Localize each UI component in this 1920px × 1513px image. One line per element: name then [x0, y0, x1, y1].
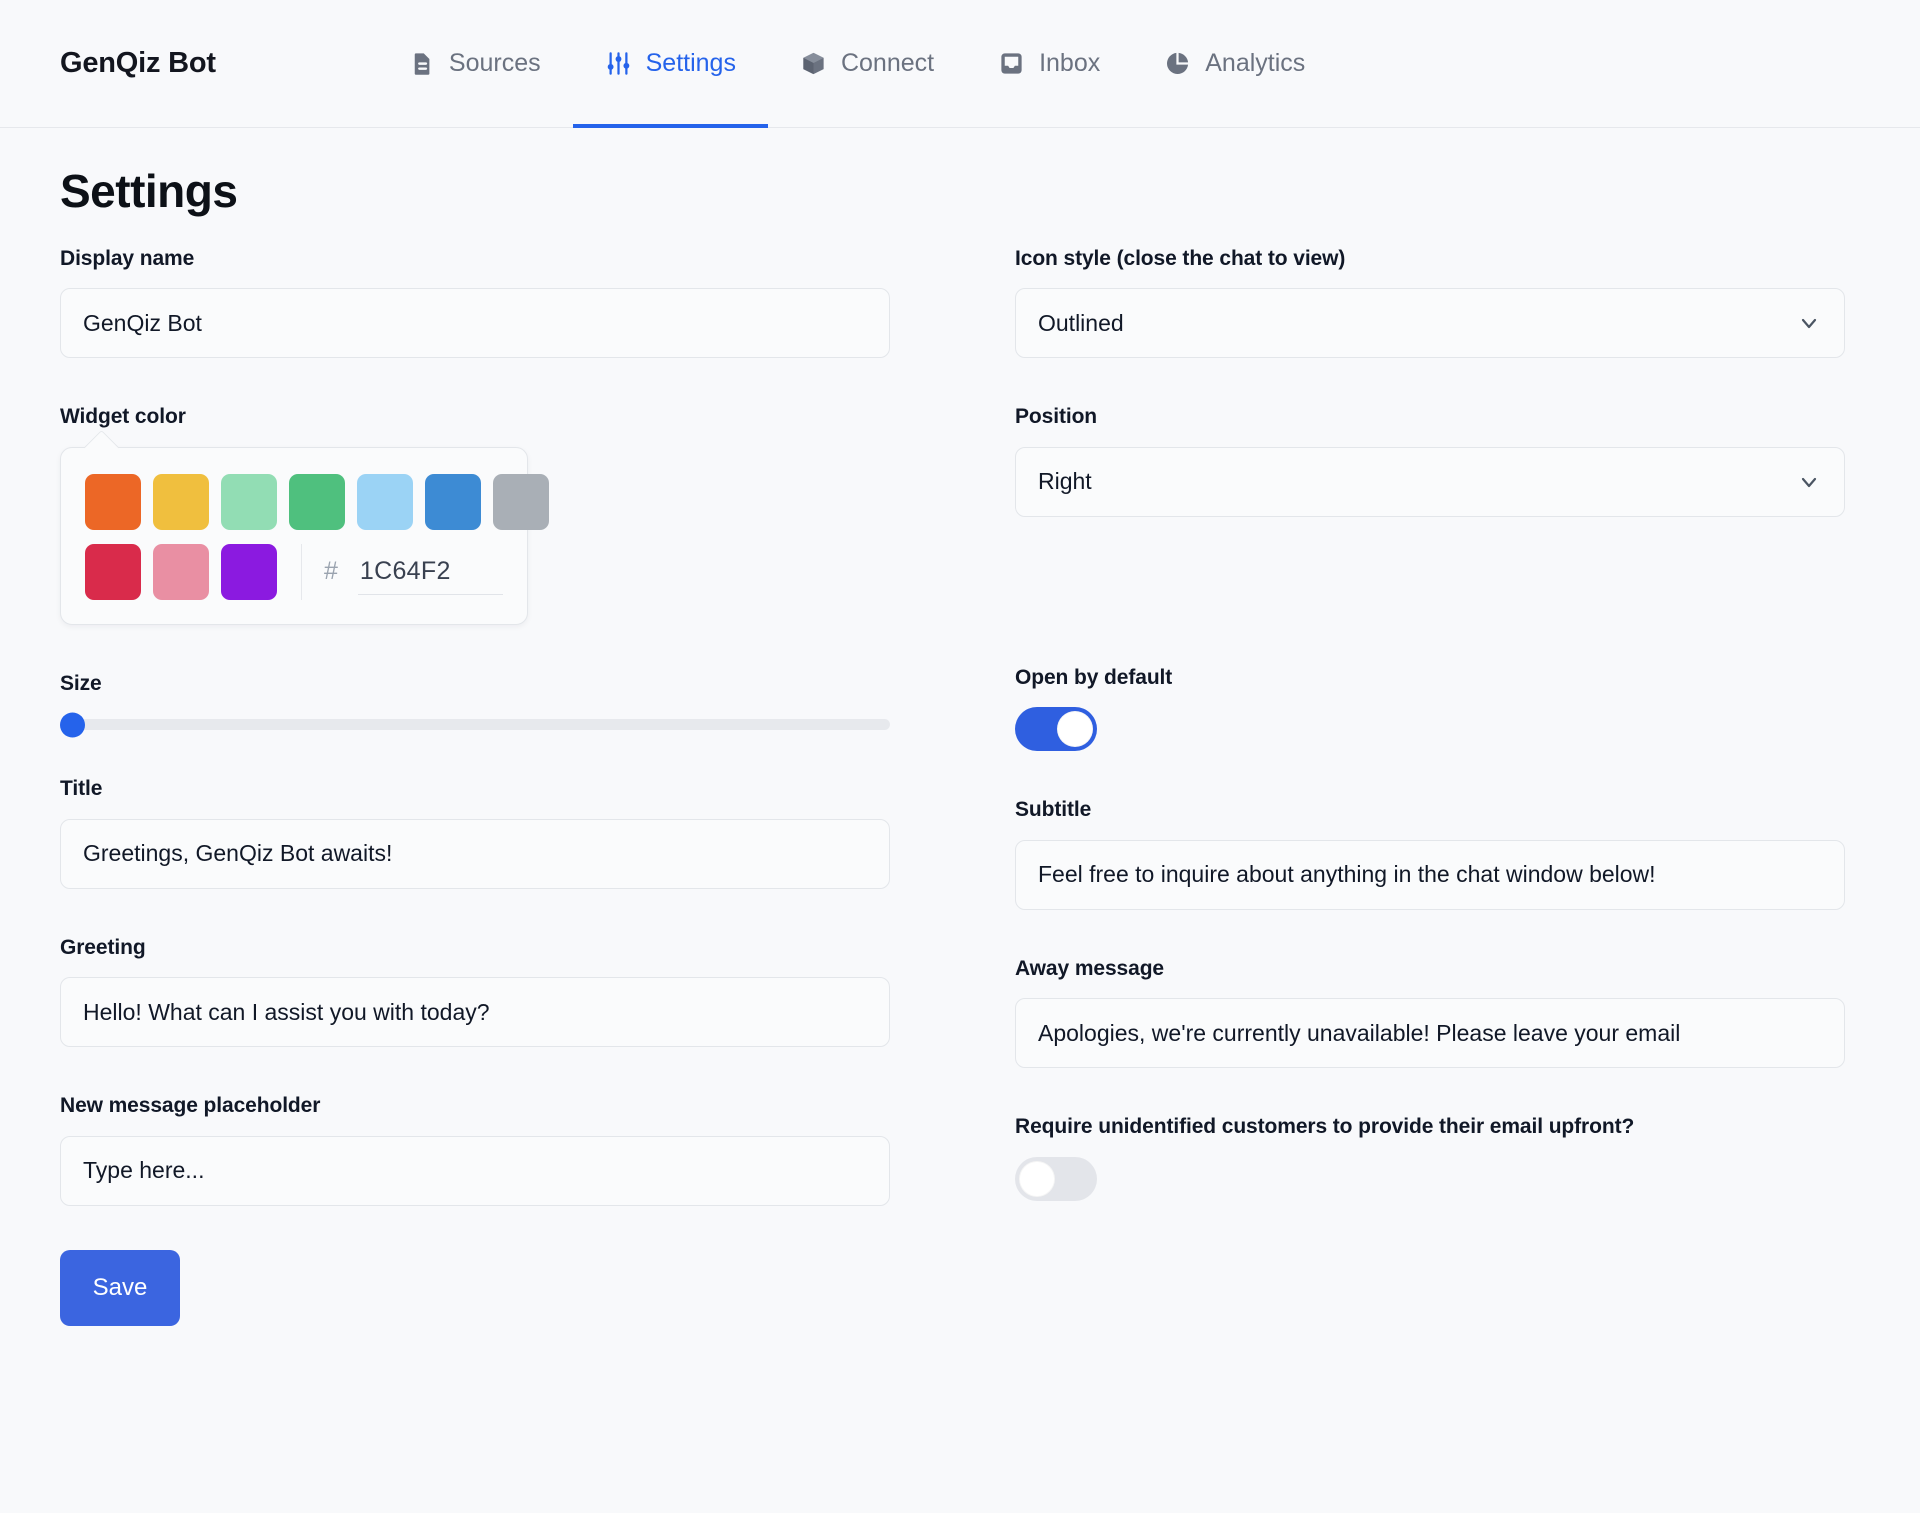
pie-chart-icon	[1164, 50, 1191, 77]
open-by-default-label: Open by default	[1015, 665, 1173, 689]
app-brand-title: GenQiz Bot	[60, 47, 216, 79]
nav-label-sources: Sources	[448, 49, 541, 77]
nav-item-sources[interactable]: Sources	[376, 0, 573, 128]
sliders-icon	[605, 50, 632, 77]
save-button[interactable]: Save	[60, 1249, 180, 1326]
display-name-input[interactable]: GenQiz Bot	[60, 288, 890, 359]
settings-right-column: Icon style (close the chat to view) Outl…	[1015, 244, 1845, 1326]
color-picker-popover: #	[60, 446, 549, 625]
hash-symbol: #	[324, 557, 338, 586]
toggle-knob	[1019, 1160, 1055, 1197]
open-by-default-toggle[interactable]	[1015, 707, 1097, 752]
position-select-wrap: Right	[1015, 446, 1845, 517]
inbox-icon	[998, 50, 1025, 77]
nav-item-connect[interactable]: Connect	[768, 0, 966, 128]
away-message-label: Away message	[1015, 956, 1165, 980]
settings-page: GenQiz Bot Sources Settings Connect Inbo…	[0, 0, 1920, 1513]
size-slider-thumb[interactable]	[60, 712, 85, 738]
nav-label-settings: Settings	[645, 49, 736, 77]
color-swatch-yellow[interactable]	[153, 473, 209, 530]
greeting-input[interactable]: Hello! What can I assist you with today?	[60, 977, 890, 1048]
icon-style-select-wrap: Outlined	[1015, 288, 1845, 359]
page-title: Settings	[60, 165, 238, 217]
require-email-toggle[interactable]	[1015, 1156, 1097, 1201]
require-email-label: Require unidentified customers to provid…	[1015, 1115, 1635, 1139]
settings-grid: Display name GenQiz Bot Widget color # 1…	[60, 244, 1860, 1326]
icon-style-label: Icon style (close the chat to view)	[1015, 247, 1346, 270]
nav-label-analytics: Analytics	[1205, 49, 1306, 77]
color-swatch-light-blue[interactable]	[357, 473, 413, 530]
widget-color-label: Widget color	[60, 405, 186, 429]
nav-item-settings[interactable]: Settings	[572, 0, 769, 128]
color-swatch-orange[interactable]	[85, 473, 141, 530]
title-input[interactable]: Greetings, GenQiz Bot awaits!	[60, 818, 890, 889]
color-swatch-row-1	[85, 473, 549, 530]
new-message-placeholder-label: New message placeholder	[60, 1094, 321, 1118]
nav-label-connect: Connect	[840, 49, 935, 77]
new-message-placeholder-input[interactable]: Type here...	[60, 1135, 890, 1206]
hex-color-field: #	[301, 543, 503, 600]
color-swatch-mint[interactable]	[221, 473, 277, 530]
color-swatch-green[interactable]	[289, 473, 345, 530]
display-name-label: Display name	[60, 247, 195, 270]
widget-color-picker-holder: #	[60, 446, 890, 625]
subtitle-input[interactable]: Feel free to inquire about anything in t…	[1015, 839, 1845, 910]
nav-item-inbox[interactable]: Inbox	[966, 0, 1132, 128]
hex-color-input[interactable]	[357, 548, 503, 595]
main-nav: Sources Settings Connect Inbox Analytics	[376, 0, 1337, 128]
position-label: Position	[1015, 405, 1098, 429]
nav-item-analytics[interactable]: Analytics	[1132, 0, 1337, 128]
position-select[interactable]: Right	[1015, 446, 1845, 517]
color-swatch-red[interactable]	[85, 543, 141, 600]
away-message-input[interactable]: Apologies, we're currently unavailable! …	[1015, 998, 1845, 1069]
color-swatch-gray[interactable]	[493, 473, 549, 530]
color-swatch-purple[interactable]	[221, 543, 277, 600]
cube-icon	[800, 50, 827, 77]
nav-label-inbox: Inbox	[1039, 49, 1101, 77]
icon-style-select[interactable]: Outlined	[1015, 288, 1845, 359]
size-label: Size	[60, 671, 102, 695]
greeting-label: Greeting	[60, 935, 146, 959]
settings-main: Settings Display name GenQiz Bot Widget …	[0, 128, 1920, 1326]
settings-left-column: Display name GenQiz Bot Widget color # 1…	[60, 244, 890, 1326]
top-navigation-bar: GenQiz Bot Sources Settings Connect Inbo…	[0, 0, 1920, 128]
toggle-knob	[1057, 711, 1093, 748]
color-swatch-pink[interactable]	[153, 543, 209, 600]
title-label: Title	[60, 777, 103, 801]
size-slider[interactable]	[60, 712, 890, 738]
document-icon	[408, 50, 435, 77]
color-swatch-blue[interactable]	[425, 473, 481, 530]
subtitle-label: Subtitle	[1015, 798, 1092, 822]
color-swatch-row-2: #	[85, 543, 503, 600]
